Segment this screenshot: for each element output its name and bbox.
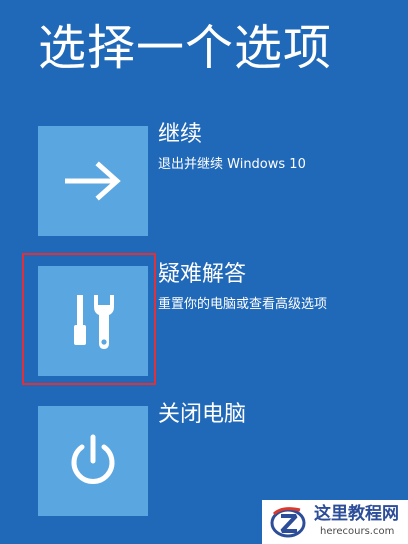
watermark-title: 这里教程网 xyxy=(314,504,399,524)
continue-description: 退出并继续 Windows 10 xyxy=(158,157,306,172)
option-continue[interactable]: 继续 退出并继续 Windows 10 xyxy=(38,122,358,236)
troubleshoot-label: 疑难解答 xyxy=(158,262,247,287)
troubleshoot-description: 重置你的电脑或查看高级选项 xyxy=(158,297,328,312)
continue-label: 继续 xyxy=(158,122,203,147)
arrow-right-icon xyxy=(65,161,121,201)
shutdown-label: 关闭电脑 xyxy=(158,402,247,427)
page-title: 选择一个选项 xyxy=(38,20,333,76)
highlight-box xyxy=(22,253,156,385)
watermark-logo xyxy=(270,507,306,538)
power-icon xyxy=(71,434,115,484)
watermark: 这里教程网 herecours.com xyxy=(262,500,408,544)
continue-tile[interactable] xyxy=(38,126,148,236)
shutdown-tile[interactable] xyxy=(38,406,148,516)
watermark-url: herecours.com xyxy=(320,526,395,537)
